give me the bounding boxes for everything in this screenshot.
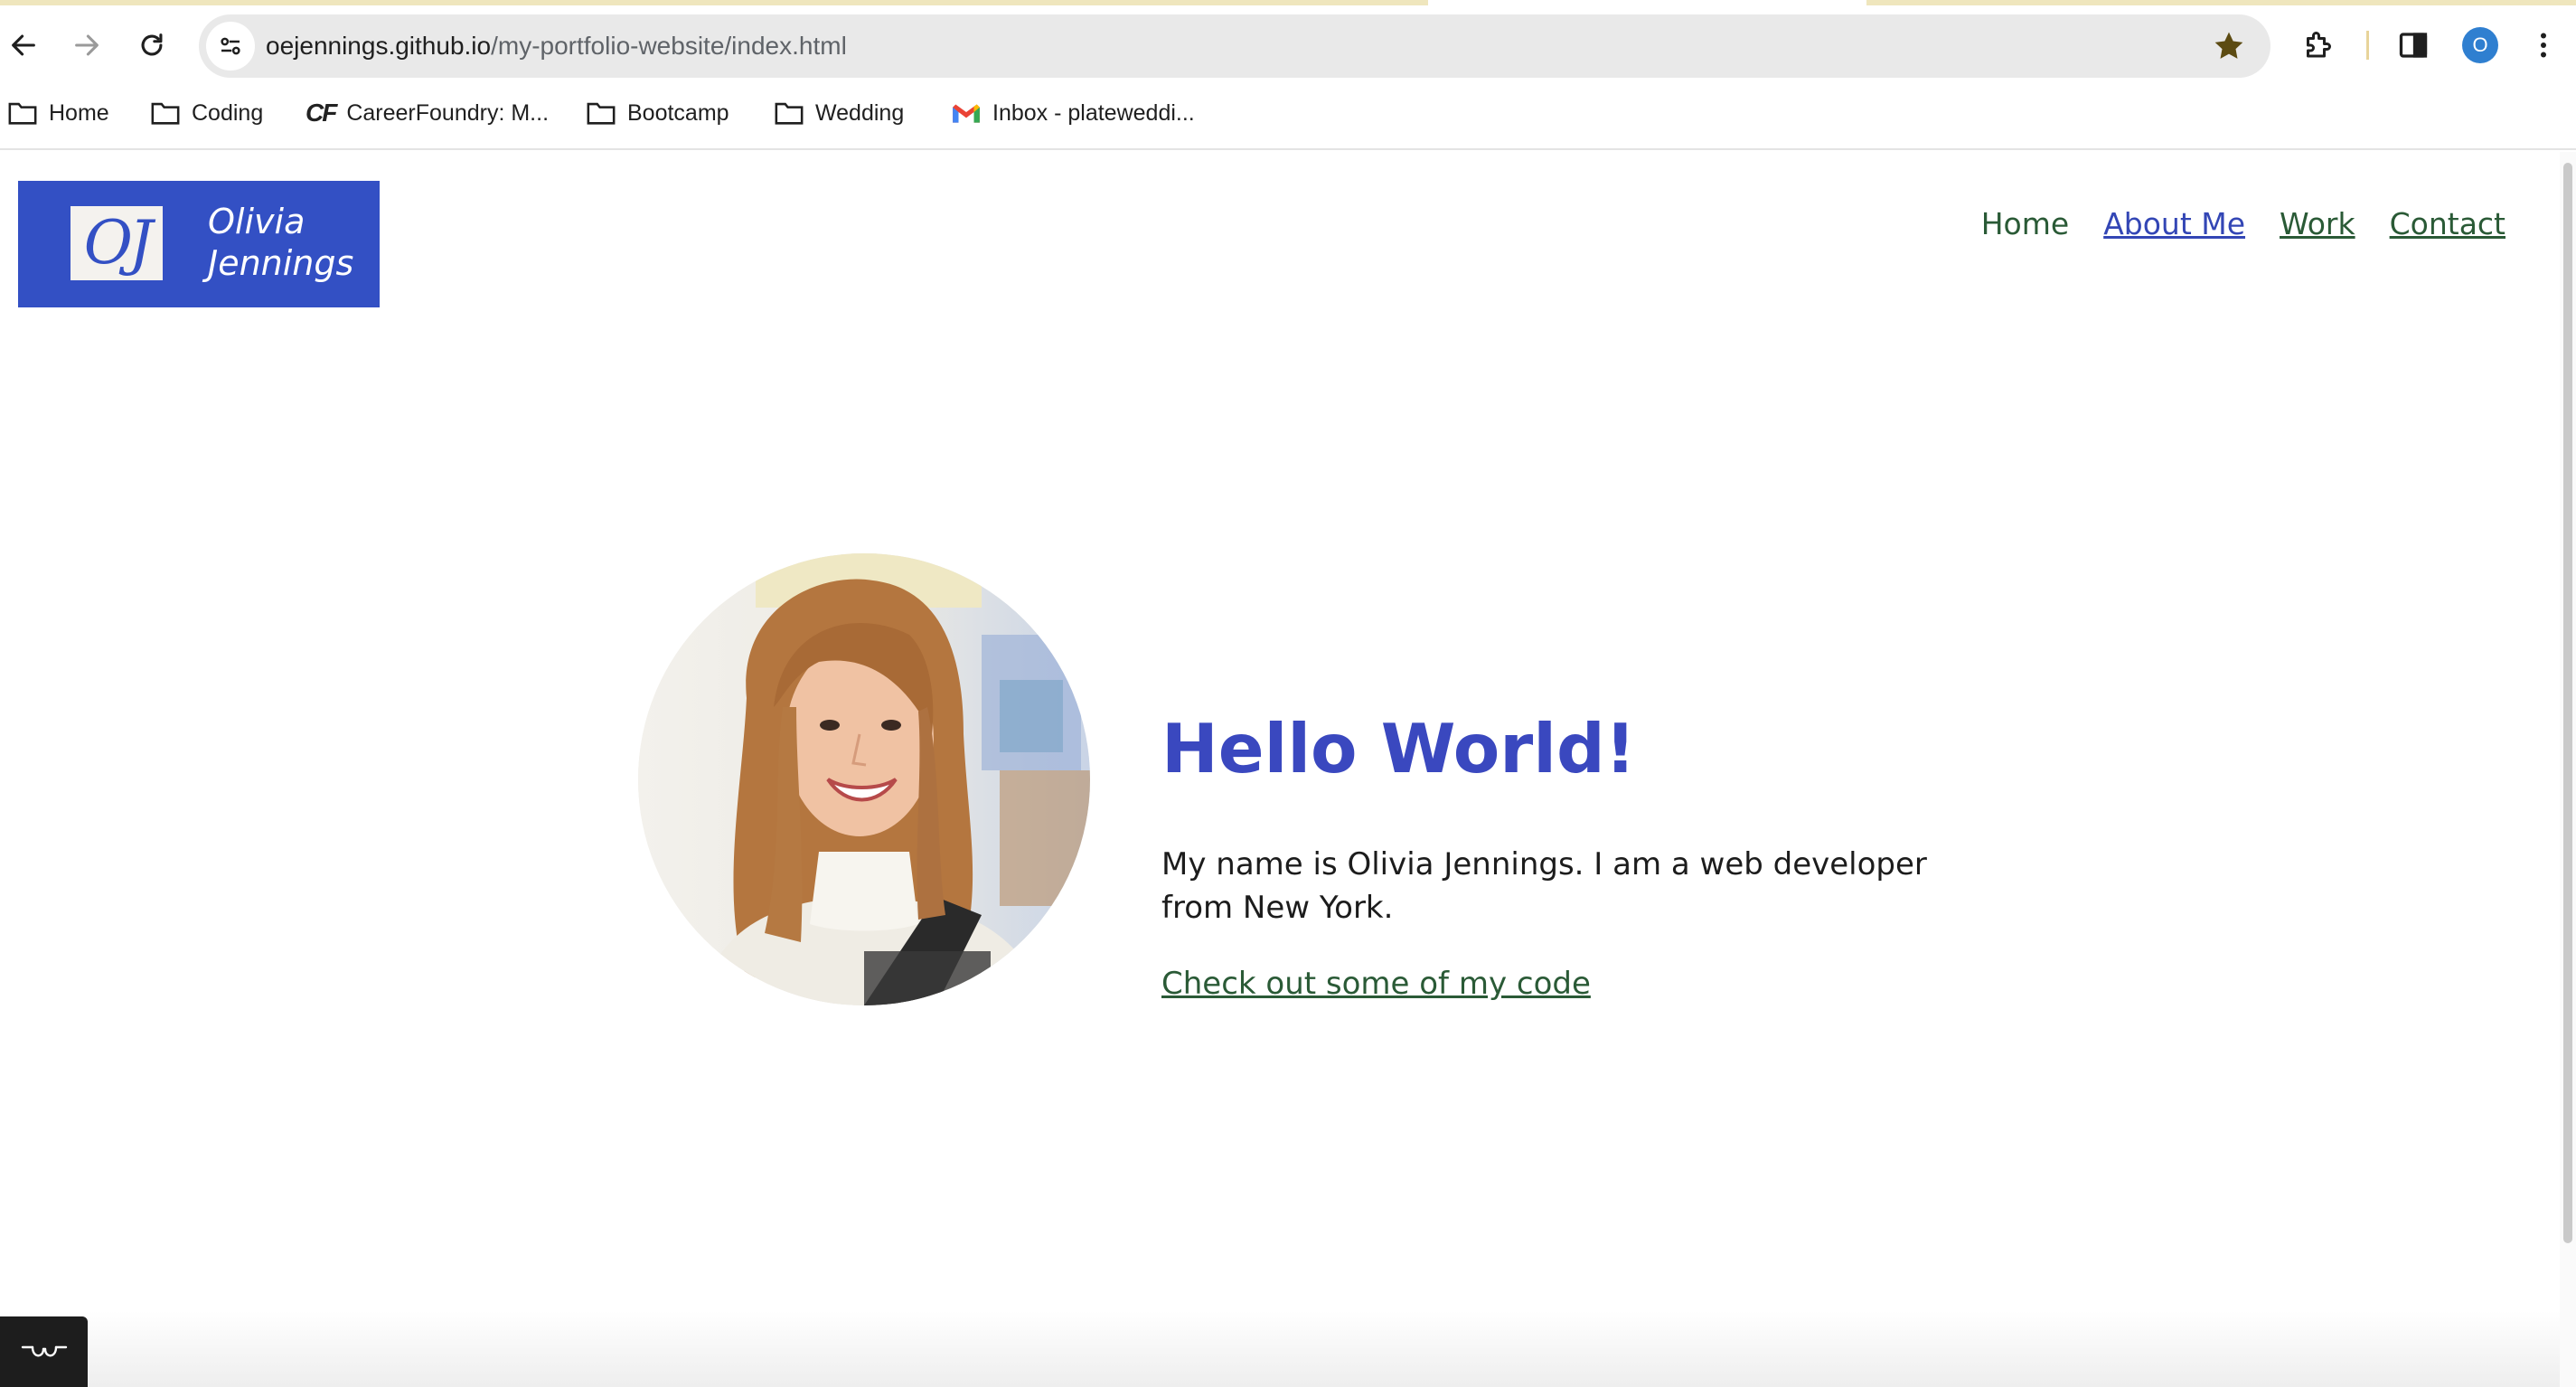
loading-indicator — [1866, 0, 2576, 5]
tune-icon — [221, 37, 240, 55]
folder-icon — [587, 102, 616, 125]
page-bottom-fade — [0, 1311, 2560, 1387]
page-viewport: OJ Olivia Jennings Home About Me Work Co… — [0, 152, 2560, 1387]
portrait-illustration — [638, 553, 1090, 1005]
side-panel-button[interactable] — [2388, 20, 2439, 71]
profile-avatar[interactable]: O — [2462, 27, 2498, 63]
url-path: /my-portfolio-website/index.html — [491, 32, 847, 60]
logo-name: Olivia Jennings — [208, 201, 353, 284]
logo-first-name: Olivia — [208, 202, 306, 241]
bookmark-careerfoundry[interactable]: CF CareerFoundry: M... — [306, 90, 549, 136]
hero-intro-text: My name is Olivia Jennings. I am a web d… — [1161, 846, 1927, 926]
nav-work[interactable]: Work — [2280, 206, 2355, 241]
bookmark-gmail-inbox[interactable]: Inbox - plateweddi... — [951, 90, 1195, 136]
nav-about-me[interactable]: About Me — [2103, 206, 2245, 241]
reload-button[interactable] — [127, 20, 177, 71]
bookmark-label: Home — [49, 99, 109, 126]
bookmark-star-icon[interactable] — [2211, 28, 2247, 64]
puzzle-icon — [2307, 32, 2331, 58]
bookmark-label: Bootcamp — [627, 99, 729, 126]
gmail-icon — [953, 104, 980, 123]
back-button[interactable] — [0, 20, 49, 71]
bookmark-home[interactable]: Home — [7, 90, 109, 136]
bookmark-label: Coding — [192, 99, 264, 126]
reload-icon — [141, 33, 163, 56]
bookmark-wedding[interactable]: Wedding — [774, 90, 904, 136]
url-text[interactable]: oejennings.github.io/my-portfolio-websit… — [266, 14, 847, 78]
folder-icon — [151, 102, 180, 125]
scrollbar-thumb[interactable] — [2563, 163, 2572, 1243]
nav-contact[interactable]: Contact — [2390, 206, 2505, 241]
arrow-left-icon — [12, 34, 35, 56]
menu-button[interactable] — [2518, 20, 2569, 71]
extensions-button[interactable] — [2292, 20, 2343, 71]
folder-icon — [775, 102, 804, 125]
glasses-icon — [21, 1345, 67, 1357]
floating-widget-button[interactable] — [0, 1316, 88, 1387]
url-domain: oejennings.github.io — [266, 32, 492, 60]
site-navigation: Home About Me Work Contact — [1981, 206, 2505, 241]
bookmarks-bar: Home Coding CF CareerFoundry: M... Bootc… — [0, 90, 2576, 136]
bookmark-bootcamp[interactable]: Bootcamp — [586, 90, 729, 136]
side-panel-icon — [2399, 33, 2428, 58]
bookmark-label: CareerFoundry: M... — [346, 99, 550, 126]
profile-photo — [638, 553, 1090, 1005]
logo-monogram: OJ — [71, 206, 163, 280]
site-logo[interactable]: OJ Olivia Jennings — [18, 181, 380, 307]
forward-button[interactable] — [61, 20, 112, 71]
hero-heading: Hello World! — [1161, 709, 1636, 788]
more-vert-icon — [2541, 33, 2546, 58]
nav-home[interactable]: Home — [1981, 206, 2069, 241]
loading-indicator — [0, 0, 1428, 5]
bookmark-label: Inbox - plateweddi... — [992, 99, 1195, 126]
logo-last-name: Jennings — [208, 243, 354, 283]
site-info-button[interactable] — [206, 22, 255, 71]
bookmark-coding[interactable]: Coding — [150, 90, 263, 136]
careerfoundry-icon: CF — [306, 99, 337, 127]
address-bar[interactable]: oejennings.github.io/my-portfolio-websit… — [199, 14, 2270, 78]
bookmark-label: Wedding — [815, 99, 905, 126]
arrow-right-icon — [75, 34, 99, 56]
browser-toolbar: oejennings.github.io/my-portfolio-websit… — [0, 0, 2576, 150]
code-link[interactable]: Check out some of my code — [1161, 966, 1591, 1002]
folder-icon — [8, 102, 37, 125]
toolbar-separator — [2366, 31, 2369, 60]
